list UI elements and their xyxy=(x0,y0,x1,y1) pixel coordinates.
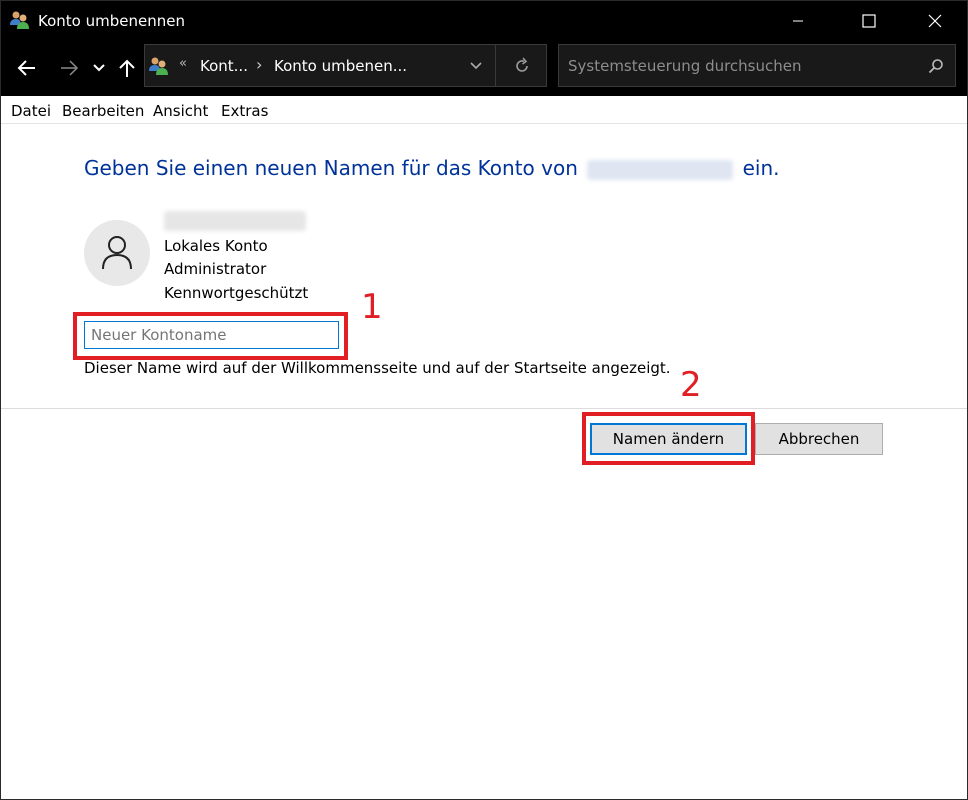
user-icon xyxy=(102,236,132,270)
close-button[interactable] xyxy=(912,0,958,41)
chevron-down-icon xyxy=(93,64,105,72)
menu-bar: Datei Bearbeiten Ansicht Extras xyxy=(0,96,968,124)
window-title: Konto umbenennen xyxy=(38,12,185,30)
annotation-number-1: 1 xyxy=(361,287,383,327)
annotation-box-2 xyxy=(582,412,755,465)
search-placeholder[interactable]: Systemsteuerung durchsuchen xyxy=(568,57,802,75)
forward-arrow-icon xyxy=(61,60,79,76)
recent-locations-button[interactable] xyxy=(87,53,111,83)
maximize-icon xyxy=(862,13,876,28)
breadcrumb-item-1[interactable]: Kont... xyxy=(200,57,248,75)
heading-text-before: Geben Sie einen neuen Namen für das Kont… xyxy=(84,156,578,180)
forward-button[interactable] xyxy=(55,53,83,83)
redacted-account-name xyxy=(587,159,734,180)
account-role: Administrator xyxy=(164,260,267,278)
up-arrow-icon xyxy=(119,59,135,77)
close-icon xyxy=(928,14,942,27)
account-protection: Kennwortgeschützt xyxy=(164,284,309,302)
breadcrumb-item-2[interactable]: Konto umbenen... xyxy=(274,57,407,75)
page-heading: Geben Sie einen neuen Namen für das Kont… xyxy=(84,155,780,181)
maximize-button[interactable] xyxy=(846,0,892,41)
cancel-button[interactable]: Abbrechen xyxy=(755,423,883,455)
avatar xyxy=(84,220,150,286)
address-divider xyxy=(495,45,496,86)
separator xyxy=(0,408,968,409)
breadcrumb-overflow[interactable]: « xyxy=(179,56,187,71)
minimize-icon xyxy=(793,20,803,21)
menu-ansicht[interactable]: Ansicht xyxy=(153,102,208,120)
chevron-down-icon[interactable] xyxy=(469,61,483,71)
search-box[interactable]: Systemsteuerung durchsuchen xyxy=(558,44,956,87)
breadcrumb-separator: › xyxy=(256,55,263,74)
title-bar: Konto umbenennen xyxy=(0,0,968,41)
annotation-number-2: 2 xyxy=(680,365,702,405)
search-icon[interactable] xyxy=(928,58,944,74)
address-box[interactable]: « Kont... › Konto umbenen... xyxy=(144,44,547,87)
heading-text-after: ein. xyxy=(742,156,780,180)
annotation-box-1 xyxy=(73,312,348,360)
menu-bearbeiten[interactable]: Bearbeiten xyxy=(62,102,144,120)
account-type: Lokales Konto xyxy=(164,237,268,255)
minimize-button[interactable] xyxy=(775,0,821,41)
up-button[interactable] xyxy=(114,53,140,83)
back-button[interactable] xyxy=(13,53,41,83)
menu-datei[interactable]: Datei xyxy=(11,102,51,120)
redacted-user-name xyxy=(164,211,306,231)
hint-text: Dieser Name wird auf der Willkommensseit… xyxy=(84,359,671,377)
refresh-icon[interactable] xyxy=(513,57,531,75)
back-arrow-icon xyxy=(17,60,35,76)
menu-extras[interactable]: Extras xyxy=(221,102,268,120)
users-icon xyxy=(149,57,168,75)
users-icon xyxy=(10,11,29,29)
